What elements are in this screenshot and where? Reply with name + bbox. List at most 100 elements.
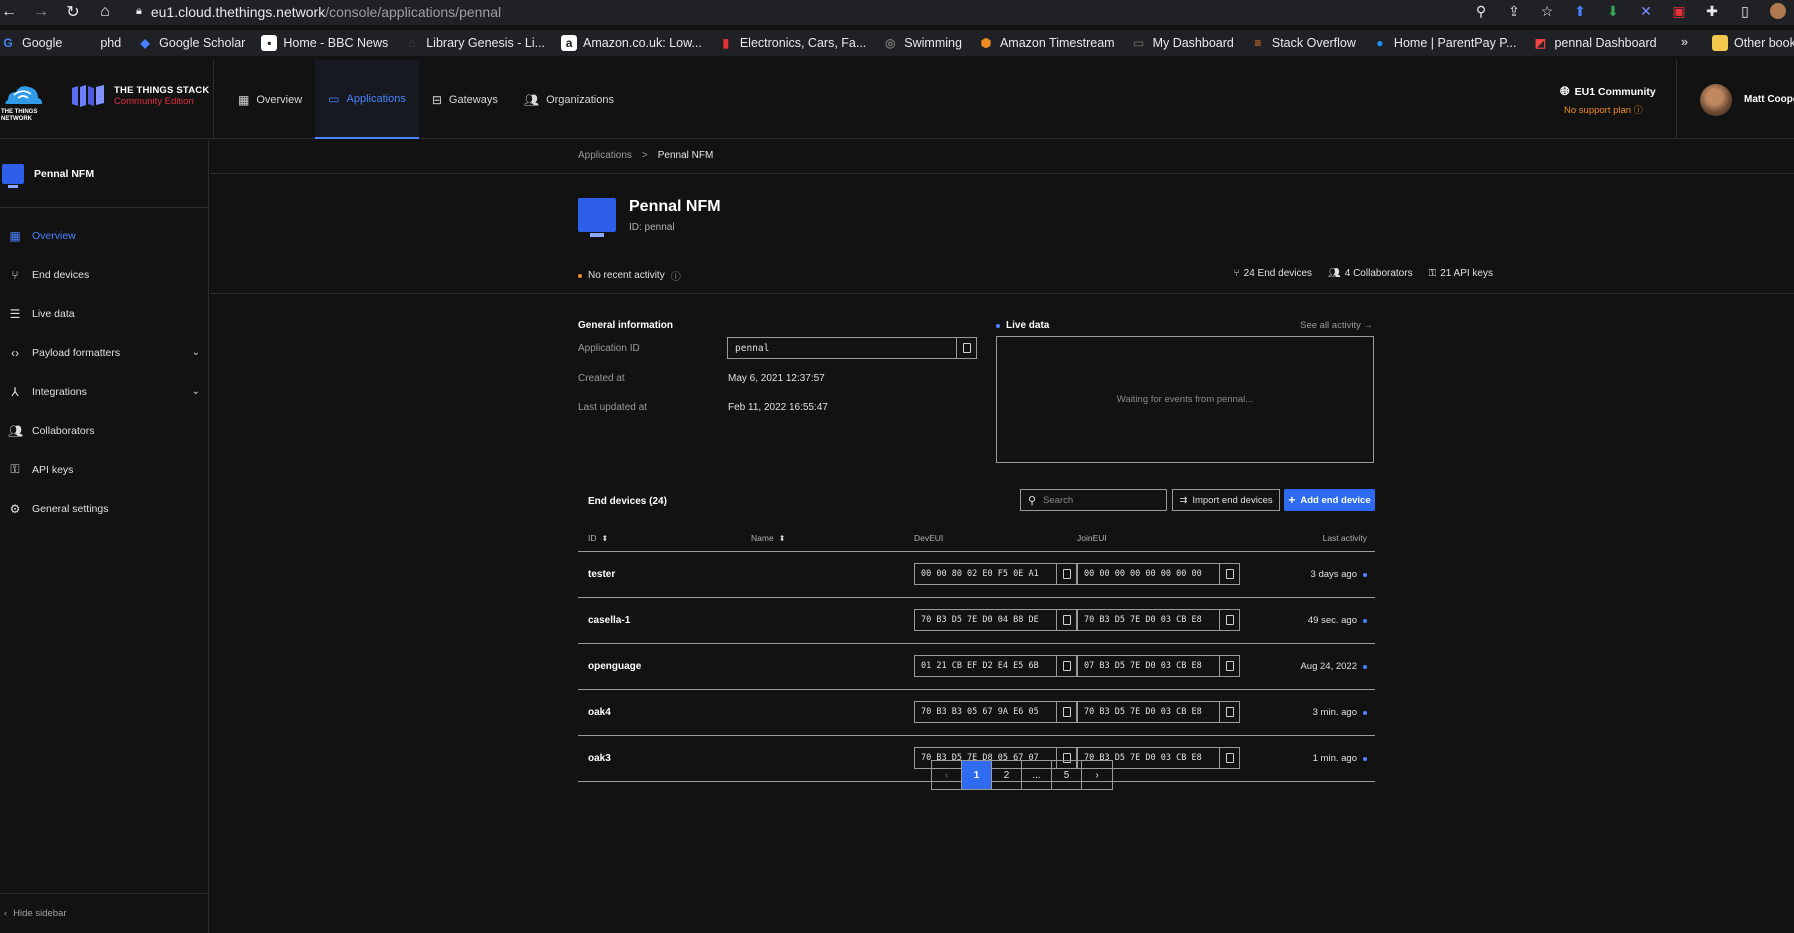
download-icon[interactable]: ⬇ xyxy=(1605,3,1621,19)
nav-organizations[interactable]: 👥︎ Organizations xyxy=(511,60,627,139)
bookmark-item[interactable]: a Amazon.co.uk: Low... xyxy=(561,35,702,51)
url-host: eu1.cloud.thethings.network xyxy=(150,3,326,20)
cluster-name: EU1 Community xyxy=(1574,85,1656,98)
search-input[interactable]: ⚲ Search xyxy=(1020,489,1167,511)
add-end-device-button[interactable]: + Add end device xyxy=(1284,489,1375,511)
copy-button[interactable] xyxy=(1219,656,1239,676)
sidebar-item-payload-formatters[interactable]: ‹› Payload formatters ⌄ xyxy=(0,333,208,372)
table-row[interactable]: oak4 70 B3 B3 05 67 9A E6 05 70 B3 D5 7E D… xyxy=(578,690,1375,736)
people-icon: 👥︎ xyxy=(1328,268,1341,279)
deveui-value[interactable]: 00 00 80 02 E0 F5 0E A1 xyxy=(915,569,1056,579)
stack-logo[interactable]: THE THINGS STACK Community Edition xyxy=(70,84,209,108)
nav-gateways[interactable]: ⊟ Gateways xyxy=(419,60,511,139)
hide-sidebar-button[interactable]: ‹ Hide sidebar xyxy=(0,893,208,933)
app-id-value[interactable]: pennal xyxy=(728,343,956,354)
api-keys-stat[interactable]: ⚿ 21 API keys xyxy=(1429,268,1493,279)
page-button[interactable]: 2 xyxy=(992,761,1022,789)
import-end-devices-button[interactable]: ⇉ Import end devices xyxy=(1172,489,1280,511)
extension-x-icon[interactable]: ✕ xyxy=(1638,3,1654,19)
table-row[interactable]: openguage 01 21 CB EF D2 E4 E5 6B 07 B3 D5… xyxy=(578,644,1375,690)
copy-icon xyxy=(1062,707,1071,717)
zoom-icon[interactable]: ⚲ xyxy=(1473,3,1489,19)
sidebar-item-general-settings[interactable]: ⚙ General settings xyxy=(0,489,208,528)
nav-overview[interactable]: ▦ Overview xyxy=(225,60,315,139)
joineui-value[interactable]: 70 B3 D5 7E D0 03 CB E8 xyxy=(1078,615,1219,625)
bookmark-item[interactable]: ≡ Stack Overflow xyxy=(1250,35,1356,51)
table-row[interactable]: casella-1 70 B3 D5 7E D0 04 B8 DE 70 B3 D5… xyxy=(578,598,1375,644)
copy-button[interactable] xyxy=(1056,656,1076,676)
bookmark-item[interactable]: ◆ Google Scholar xyxy=(137,35,246,51)
app-id-line: ID: pennal xyxy=(629,222,675,233)
user-name[interactable]: Matt Coope xyxy=(1744,94,1794,105)
col-id[interactable]: ID ⬍ xyxy=(588,533,608,543)
breadcrumb-applications[interactable]: Applications xyxy=(578,150,632,161)
prev-page-button[interactable]: ‹ xyxy=(932,761,962,789)
puzzle-icon[interactable]: ✚ xyxy=(1704,3,1720,19)
nav-applications[interactable]: ▭ Applications xyxy=(315,60,419,139)
sidebar-item-api-keys[interactable]: ⚿ API keys xyxy=(0,450,208,489)
bookmark-item[interactable]: ◩ pennal Dashboard xyxy=(1532,35,1657,51)
back-icon[interactable]: ← xyxy=(0,3,18,21)
sidebar-item-overview[interactable]: ▦ Overview xyxy=(0,216,208,255)
joineui-value[interactable]: 70 B3 D5 7E D0 03 CB E8 xyxy=(1078,707,1219,717)
deveui-value[interactable]: 70 B3 D5 7E D0 04 B8 DE xyxy=(915,615,1056,625)
home-icon[interactable]: ⌂ xyxy=(96,3,114,21)
bookmark-item[interactable]: ▭ My Dashboard xyxy=(1131,35,1234,51)
bookmark-item[interactable]: G Google xyxy=(0,35,62,51)
sidebar-item-integrations[interactable]: ⅄ Integrations ⌄ xyxy=(0,372,208,411)
star-icon[interactable]: ☆ xyxy=(1539,3,1555,19)
list-icon: ☰ xyxy=(9,306,21,321)
page-button[interactable]: 1 xyxy=(962,761,992,789)
bookmark-item[interactable]: ◎ Swimming xyxy=(882,35,962,51)
copy-button[interactable] xyxy=(1056,564,1076,584)
reload-icon[interactable]: ↻ xyxy=(64,3,82,21)
bookmark-item[interactable]: phd xyxy=(78,35,121,51)
avatar[interactable] xyxy=(1700,84,1732,116)
joineui-value[interactable]: 07 B3 D5 7E D0 03 CB E8 xyxy=(1078,661,1219,671)
extension-blue-icon[interactable]: ⬆ xyxy=(1572,3,1588,19)
bookmark-item[interactable]: ● Home | ParentPay P... xyxy=(1372,35,1516,51)
share-icon[interactable]: ⇪ xyxy=(1506,3,1522,19)
copy-button[interactable] xyxy=(1219,610,1239,630)
next-page-button[interactable]: › xyxy=(1082,761,1112,789)
col-name[interactable]: Name ⬍ xyxy=(751,533,785,543)
see-all-activity-link[interactable]: See all activity → xyxy=(1210,320,1373,331)
copy-button[interactable] xyxy=(1056,702,1076,722)
deveui-field: 01 21 CB EF D2 E4 E5 6B xyxy=(914,655,1077,677)
device-id: casella-1 xyxy=(588,615,631,626)
bookmark-item[interactable]: ▮ Electronics, Cars, Fa... xyxy=(718,35,867,51)
copy-button[interactable] xyxy=(1219,702,1239,722)
cluster-info[interactable]: 🌐︎ EU1 Community No support plan ⓘ xyxy=(1560,84,1656,116)
deveui-value[interactable]: 01 21 CB EF D2 E4 E5 6B xyxy=(915,661,1056,671)
sidebar-item-live-data[interactable]: ☰ Live data xyxy=(0,294,208,333)
sidebar-app-header[interactable]: Pennal NFM xyxy=(0,140,208,208)
address-bar[interactable]: 🔒︎ eu1.cloud.thethings.network/console/a… xyxy=(124,0,1544,23)
bookmark-item[interactable]: ▪ Home - BBC News xyxy=(261,35,388,51)
bookmark-item[interactable]: ⬢ Amazon Timestream xyxy=(978,35,1115,51)
end-devices-stat[interactable]: ⑂ 24 End devices xyxy=(1234,268,1312,279)
forward-icon[interactable]: → xyxy=(32,3,50,21)
copy-button[interactable] xyxy=(1056,610,1076,630)
extension-red-icon[interactable]: ▣ xyxy=(1671,3,1687,19)
copy-button[interactable] xyxy=(956,338,976,358)
ttn-logo[interactable]: THE THINGS NETWORK xyxy=(0,78,44,122)
profile-icon[interactable] xyxy=(1770,3,1786,19)
joineui-value[interactable]: 00 00 00 00 00 00 00 00 xyxy=(1078,569,1219,579)
status-dot xyxy=(1363,572,1367,577)
copy-button[interactable] xyxy=(1219,564,1239,584)
sidepanel-icon[interactable]: ▯ xyxy=(1737,3,1753,19)
other-bookmarks-folder[interactable]: Other book xyxy=(1712,35,1794,51)
help-icon[interactable]: ⓘ xyxy=(671,268,681,283)
collaborators-stat[interactable]: 👥︎ 4 Collaborators xyxy=(1328,268,1413,279)
more-bookmarks-button[interactable]: » xyxy=(1681,35,1688,49)
copy-button[interactable] xyxy=(1219,748,1239,768)
live-data-label: Live data xyxy=(1006,320,1050,331)
page-button[interactable]: 5 xyxy=(1052,761,1082,789)
table-row[interactable]: tester 00 00 80 02 E0 F5 0E A1 00 00 00 00… xyxy=(578,552,1375,598)
copy-icon xyxy=(1225,569,1234,579)
sidebar-item-collaborators[interactable]: 👥︎ Collaborators xyxy=(0,411,208,450)
help-icon[interactable]: ⓘ xyxy=(1634,105,1643,115)
deveui-value[interactable]: 70 B3 B3 05 67 9A E6 05 xyxy=(915,707,1056,717)
bookmark-item[interactable]: ⌂ Library Genesis - Li... xyxy=(404,35,545,51)
sidebar-item-end-devices[interactable]: ⑂ End devices xyxy=(0,255,208,294)
